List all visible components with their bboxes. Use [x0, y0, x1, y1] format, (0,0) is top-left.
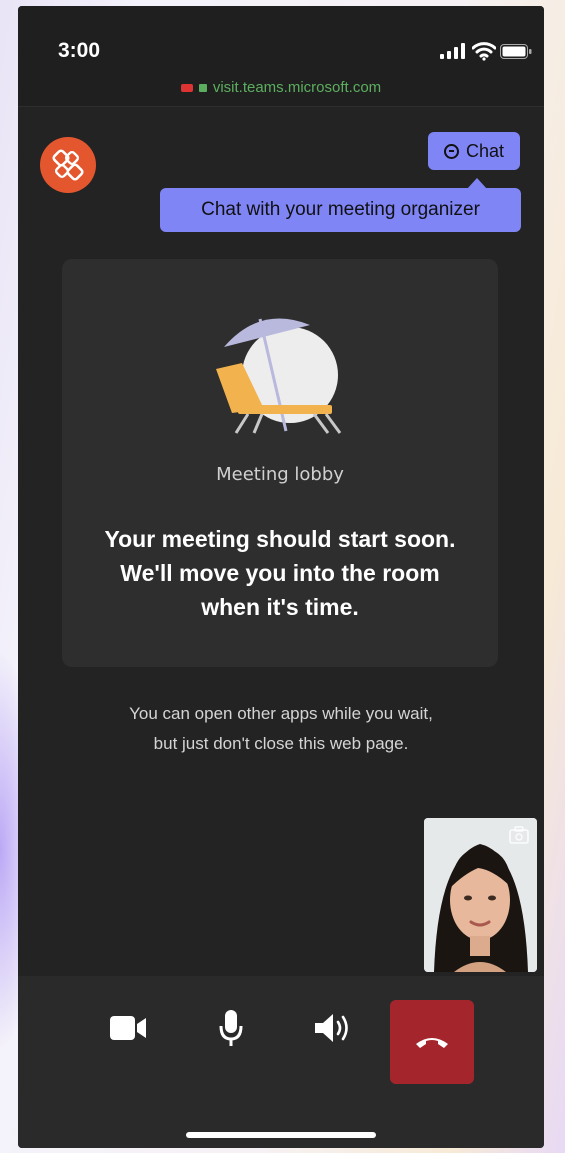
lobby-message: Your meeting should start soon. We'll mo… [104, 526, 456, 620]
home-indicator[interactable] [186, 1132, 376, 1138]
camera-switch-icon[interactable] [509, 826, 529, 844]
battery-icon [500, 44, 532, 59]
status-bar: 3:00 visit.teams.microsoft.com [18, 6, 544, 107]
url-text: visit.teams.microsoft.com [212, 79, 382, 96]
hang-up-button[interactable] [390, 1000, 474, 1084]
speaker-button[interactable] [302, 998, 362, 1058]
browser-url[interactable]: visit.teams.microsoft.com [18, 79, 544, 96]
signal-icon [440, 43, 465, 59]
beach-chair-umbrella-illustration [216, 318, 342, 434]
microphone-icon [219, 1010, 243, 1046]
hang-up-icon [416, 1038, 448, 1048]
call-controls [18, 976, 544, 1148]
chat-button-label: Chat [465, 140, 505, 161]
lobby-label: Meeting lobby [216, 464, 344, 485]
lock-icon [198, 84, 207, 93]
wifi-icon [472, 42, 496, 61]
chat-tooltip-text: Chat with your meeting organizer [201, 199, 480, 220]
chat-icon [443, 143, 459, 159]
org-logo-icon [40, 137, 96, 193]
camera-recording-icon [180, 84, 193, 93]
speaker-icon [315, 1014, 348, 1042]
camera-icon [110, 1016, 146, 1040]
lobby-card: Meeting lobby Your meeting should start … [62, 259, 498, 667]
wait-note: You can open other apps while you wait, … [129, 704, 433, 753]
chat-button[interactable]: Chat [428, 132, 520, 170]
chat-tooltip[interactable]: Chat with your meeting organizer [160, 188, 521, 232]
camera-button[interactable] [99, 998, 159, 1058]
status-time: 3:00 [58, 39, 101, 62]
self-view-video[interactable] [424, 818, 537, 972]
phone-screen: 3:00 visit.teams.microsoft.com Chat Chat… [18, 6, 544, 1148]
microphone-button[interactable] [201, 998, 261, 1058]
